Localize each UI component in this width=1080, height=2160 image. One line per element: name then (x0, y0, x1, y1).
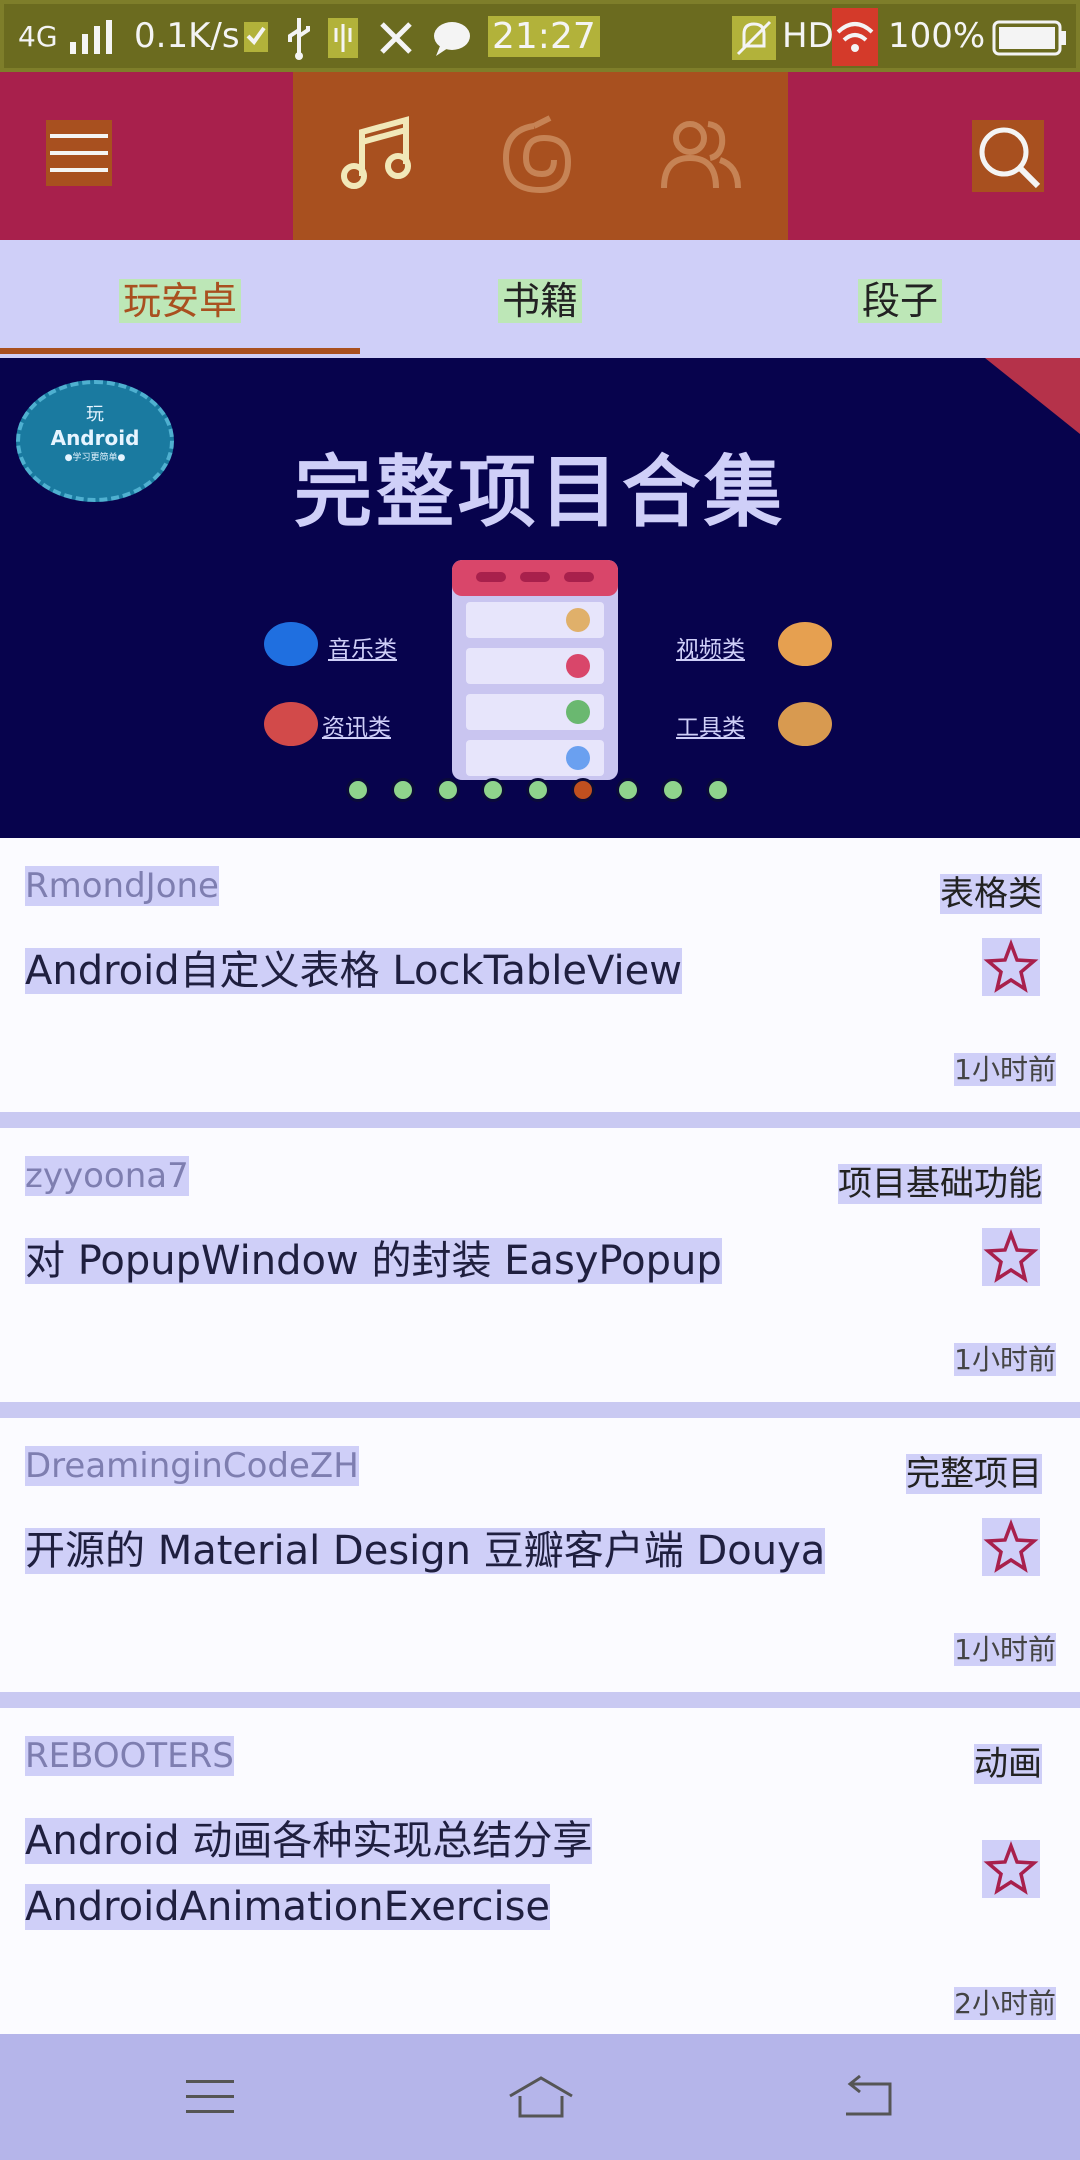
article-card[interactable]: REBOOTERS 动画 Android 动画各种实现总结分享 AndroidA… (0, 1708, 1080, 2034)
tab-label: 玩安卓 (118, 279, 241, 323)
swirl-icon (502, 115, 572, 193)
chat-icon (434, 22, 470, 56)
carousel-dot[interactable] (706, 778, 730, 802)
tab-indicator (0, 348, 360, 354)
star-icon (983, 1229, 1039, 1283)
category-video-label: 视频类 (676, 637, 745, 663)
article-chapter: 完整项目 (906, 1454, 1042, 1494)
tools-icon (380, 22, 412, 54)
clock: 21:27 (488, 16, 600, 57)
check-icon (244, 22, 268, 52)
carousel-dot[interactable] (571, 778, 595, 802)
wifi-icon (832, 8, 878, 66)
category-tools-label: 工具类 (676, 715, 745, 741)
hamburger-icon (50, 134, 108, 172)
article-time: 1小时前 (954, 1633, 1056, 1666)
home-button[interactable] (506, 2072, 576, 2126)
tab-music[interactable] (338, 112, 422, 200)
tools-category-icon (778, 702, 832, 746)
article-card[interactable]: DreaminginCodeZH 完整项目 开源的 Material Desig… (0, 1418, 1080, 1692)
star-icon (983, 1519, 1039, 1573)
app-toolbar (0, 72, 1080, 240)
hd-indicator: HD (782, 16, 834, 56)
category-tabs: 玩安卓 书籍 段子 (0, 240, 1080, 358)
system-nav-bar (0, 2034, 1080, 2160)
article-chapter: 项目基础功能 (838, 1164, 1042, 1204)
users-icon (661, 121, 741, 189)
news-category-icon (264, 702, 318, 746)
article-card[interactable]: zyyoona7 项目基础功能 对 PopupWindow 的封装 EasyPo… (0, 1128, 1080, 1402)
article-title: 开源的 Material Design 豆瓣客户端 Douya (25, 1528, 826, 1574)
tab-jokes[interactable]: 段子 (720, 270, 1080, 325)
star-icon (983, 939, 1039, 993)
menu-icon (186, 2080, 234, 2113)
status-bar: 4G 0.1K/s 21:27 HD 100% (0, 0, 1080, 72)
favorite-button[interactable] (982, 1228, 1040, 1286)
carousel-dot[interactable] (436, 778, 460, 802)
battery-icon (992, 20, 1066, 56)
article-author: zyyoona7 (25, 1156, 189, 1196)
article-title-line: Android 动画各种实现总结分享 (25, 1818, 593, 1864)
home-icon (509, 2076, 573, 2118)
article-chapter: 动画 (974, 1744, 1042, 1784)
back-icon (846, 2074, 892, 2116)
category-news-label: 资讯类 (322, 715, 391, 741)
music-category-icon (264, 622, 318, 666)
network-type: 4G (18, 20, 58, 53)
usb-icon (288, 18, 310, 60)
article-title-line: AndroidAnimationExercise (25, 1884, 551, 1930)
carousel-dot[interactable] (481, 778, 505, 802)
battery-percent: 100% (888, 16, 986, 56)
carousel-dot[interactable] (661, 778, 685, 802)
carousel-dot[interactable] (526, 778, 550, 802)
recents-button[interactable] (180, 2072, 240, 2126)
tab-discover[interactable] (498, 112, 582, 200)
usb-debug-icon (328, 18, 358, 58)
article-time: 1小时前 (954, 1343, 1056, 1376)
carousel-dot[interactable] (346, 778, 370, 802)
mute-bell-icon (732, 16, 776, 60)
category-music-label: 音乐类 (328, 637, 397, 663)
article-card[interactable]: RmondJone 表格类 Android自定义表格 LockTableView… (0, 838, 1080, 1112)
article-title: Android 动画各种实现总结分享 AndroidAnimationExerc… (25, 1808, 965, 1940)
article-author: DreaminginCodeZH (25, 1446, 359, 1486)
favorite-button[interactable] (982, 1840, 1040, 1898)
toolbar-tab-group (293, 72, 788, 240)
menu-button[interactable] (46, 120, 112, 186)
favorite-button[interactable] (982, 1518, 1040, 1576)
carousel-dot[interactable] (391, 778, 415, 802)
article-title: Android自定义表格 LockTableView (25, 948, 682, 994)
card-divider (0, 1112, 1080, 1128)
card-divider (0, 1402, 1080, 1418)
article-time: 2小时前 (954, 1987, 1056, 2020)
logo-char: 玩 (86, 404, 104, 425)
video-category-icon (778, 622, 832, 666)
tab-wan-android[interactable]: 玩安卓 (0, 270, 360, 325)
tab-label: 段子 (857, 279, 942, 323)
star-icon (983, 1841, 1039, 1895)
article-author: REBOOTERS (25, 1736, 234, 1776)
banner-carousel[interactable]: 玩 Android ●学习更简单● 完整项目合集 音乐类 资讯类 视频类 工具类 (0, 358, 1080, 838)
card-divider (0, 1692, 1080, 1708)
network-speed: 0.1K/s (134, 16, 240, 56)
music-note-icon (341, 116, 411, 189)
banner-title: 完整项目合集 (293, 448, 786, 538)
corner-ribbon (985, 358, 1080, 434)
search-icon (979, 127, 1041, 189)
article-time: 1小时前 (954, 1053, 1056, 1086)
search-button[interactable] (972, 120, 1044, 192)
signal-icon (70, 20, 112, 54)
tab-friends[interactable] (658, 112, 742, 200)
phone-illustration (452, 560, 618, 780)
article-chapter: 表格类 (940, 874, 1042, 914)
article-author: RmondJone (25, 866, 219, 906)
tab-label: 书籍 (497, 279, 582, 323)
carousel-dot[interactable] (616, 778, 640, 802)
favorite-button[interactable] (982, 938, 1040, 996)
article-title: 对 PopupWindow 的封装 EasyPopup (25, 1238, 722, 1284)
back-button[interactable] (838, 2072, 898, 2126)
tab-books[interactable]: 书籍 (360, 270, 720, 325)
